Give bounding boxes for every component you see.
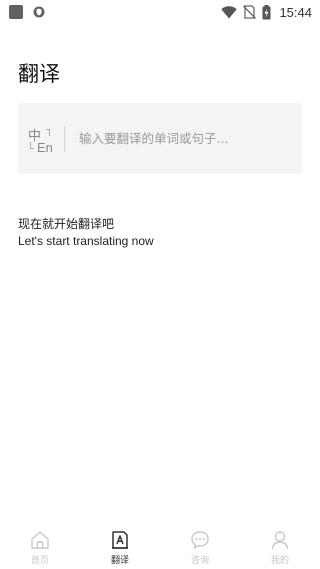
battery-charging-icon bbox=[262, 4, 271, 19]
swap-arrow-icon bbox=[30, 142, 34, 149]
translate-input[interactable] bbox=[79, 123, 302, 154]
nav-item-consult[interactable]: 咨询 bbox=[160, 525, 240, 569]
nav-item-profile[interactable]: 我的 bbox=[240, 525, 320, 569]
swap-arrow-icon bbox=[46, 129, 50, 136]
status-left bbox=[9, 5, 45, 19]
card-divider bbox=[64, 125, 65, 152]
nav-label-profile: 我的 bbox=[270, 556, 289, 566]
nav-label-consult: 咨询 bbox=[190, 556, 209, 566]
prompt-text-en: Let's start translating now bbox=[18, 234, 154, 248]
nav-item-home[interactable]: 首页 bbox=[0, 525, 80, 569]
no-sim-icon bbox=[243, 5, 257, 19]
target-language-label: En bbox=[37, 140, 53, 155]
home-icon bbox=[31, 531, 49, 549]
page-title: 翻译 bbox=[18, 62, 60, 86]
nav-item-translate[interactable]: 翻译 bbox=[80, 525, 160, 569]
app-icon bbox=[9, 5, 23, 19]
translate-icon bbox=[112, 531, 128, 549]
translate-input-card[interactable]: 中 En bbox=[18, 103, 302, 174]
status-right: 15:44 bbox=[221, 4, 312, 20]
profile-icon bbox=[271, 531, 289, 550]
shield-icon bbox=[33, 6, 45, 18]
wifi-icon bbox=[221, 5, 238, 18]
status-bar: 15:44 bbox=[0, 0, 320, 24]
bottom-nav: 首页 翻译 咨询 我的 bbox=[0, 525, 320, 569]
nav-label-translate: 翻译 bbox=[110, 556, 129, 566]
prompt-text-zh: 现在就开始翻译吧 bbox=[18, 217, 115, 231]
status-time: 15:44 bbox=[279, 4, 312, 20]
language-swap-button[interactable]: 中 En bbox=[18, 103, 64, 174]
chat-icon bbox=[191, 531, 209, 549]
nav-label-home: 首页 bbox=[30, 556, 49, 566]
